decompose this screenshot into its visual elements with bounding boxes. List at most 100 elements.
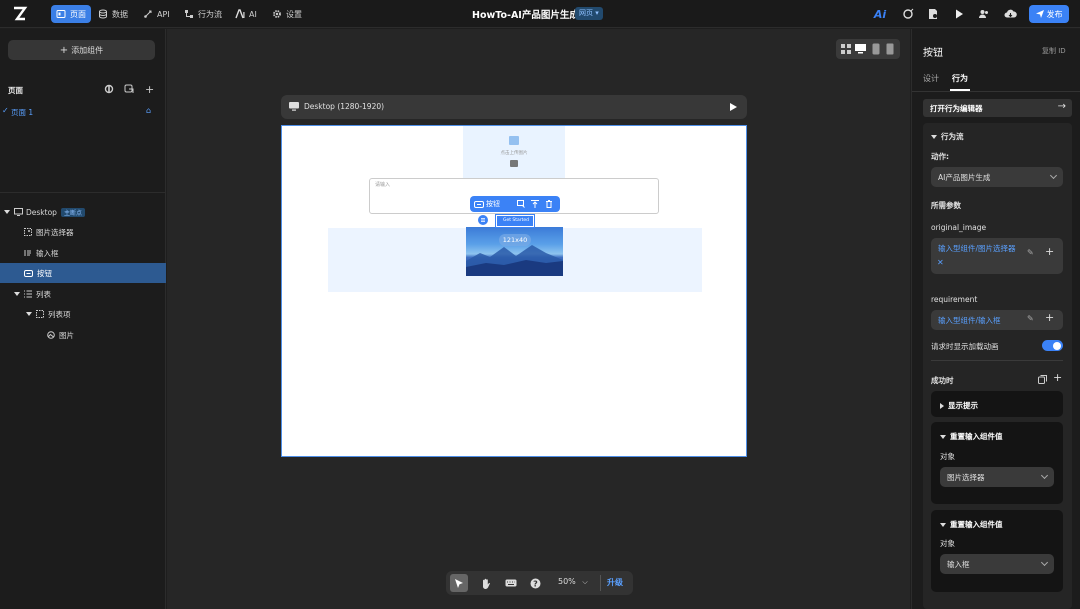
monitor-icon xyxy=(289,102,299,111)
page-settings-icon[interactable] xyxy=(104,84,114,94)
select-tool-button[interactable] xyxy=(450,574,468,592)
show-tip-card[interactable]: 显示提示 xyxy=(931,391,1063,417)
nav-flow[interactable]: 行为流 xyxy=(179,5,227,23)
caret-down-icon xyxy=(4,210,10,214)
page-type-dropdown[interactable]: 网页 ▾ xyxy=(575,7,603,20)
layers-handle-icon[interactable] xyxy=(478,215,488,225)
tablet-icon[interactable] xyxy=(872,43,880,55)
svg-text:?: ? xyxy=(533,579,538,588)
breakpoint-badge: 主断点 xyxy=(60,207,85,217)
left-panel: + 添加组件 页面 + ✓ 页面 1 ⌂ Desktop 主断点 图片选择器 输… xyxy=(0,29,166,609)
add-icon[interactable]: + xyxy=(1045,245,1054,258)
open-behavior-editor-button[interactable]: 打开行为编辑器 → xyxy=(923,99,1072,117)
action-value: AI产品图片生成 xyxy=(938,172,991,182)
canvas-area[interactable]: Desktop (1280-1920) 点击上传图片 请输入 121x40 Ge… xyxy=(167,29,910,609)
divider xyxy=(912,91,1080,92)
button-text: Get Started xyxy=(502,218,530,223)
add-component-button[interactable]: + 添加组件 xyxy=(8,40,155,60)
tree-image[interactable]: 图片 xyxy=(0,325,166,345)
magic-wand-icon[interactable]: ✎ xyxy=(1027,248,1034,257)
flow-title: 行为流 xyxy=(941,132,964,141)
app-logo[interactable] xyxy=(12,6,28,22)
upload-label: 点击上传图片 xyxy=(500,151,528,156)
tree-image-picker[interactable]: 图片选择器 xyxy=(0,222,166,242)
publish-button[interactable]: 发布 xyxy=(1029,5,1069,23)
selected-button-component[interactable]: Get Started xyxy=(495,214,535,228)
image-picker-component[interactable]: 点击上传图片 xyxy=(463,126,565,178)
add-action-icon[interactable]: + xyxy=(1053,371,1062,384)
nav-api[interactable]: API xyxy=(138,5,175,23)
open-editor-label: 打开行为编辑器 xyxy=(930,104,983,113)
param2-binding[interactable]: 输入型组件/输入框 ✎ + xyxy=(931,310,1063,330)
image-icon xyxy=(47,331,55,339)
nav-api-label: API xyxy=(157,9,170,19)
tree-input[interactable]: 输入框 xyxy=(0,243,166,263)
zoom-dropdown[interactable]: 50% ⌵ xyxy=(558,577,588,587)
cloud-download-icon[interactable] xyxy=(1003,7,1017,21)
duplicate-page-icon[interactable] xyxy=(124,84,134,94)
flow-toggle[interactable]: 行为流 xyxy=(931,131,964,142)
grid-view-icon[interactable] xyxy=(841,44,851,54)
reset-input-card-1[interactable]: 重置输入组件值 对象 图片选择器 xyxy=(931,422,1063,504)
magic-wand-icon[interactable]: ✎ xyxy=(1027,314,1034,323)
target-value-1: 图片选择器 xyxy=(947,472,985,482)
target-select-1[interactable]: 图片选择器 xyxy=(940,467,1054,487)
style-icon[interactable] xyxy=(517,200,525,208)
tree-button[interactable]: 按钮 xyxy=(0,263,166,283)
behavior-flow-section: 行为流 动作: AI产品图片生成 所需参数 original_image 输入型… xyxy=(923,123,1072,609)
hand-tool-button[interactable] xyxy=(476,574,494,592)
ai-assistant-icon[interactable]: Ai xyxy=(873,7,887,21)
loading-animation-toggle[interactable] xyxy=(1042,340,1063,351)
image-component[interactable]: 121x40 xyxy=(466,227,563,276)
tree-image-picker-label: 图片选择器 xyxy=(36,227,74,237)
param1-binding[interactable]: 输入型组件/图片选择器 ✕ ✎ + xyxy=(931,238,1063,274)
help-button[interactable]: ? xyxy=(526,574,544,592)
chevron-down-icon: ⌵ xyxy=(582,578,588,586)
preview-play-icon[interactable] xyxy=(952,7,966,21)
copy-id-button[interactable]: 复制 ID xyxy=(1042,46,1066,56)
mobile-icon[interactable] xyxy=(886,43,894,55)
page-item-1[interactable]: ✓ 页面 1 ⌂ xyxy=(0,106,166,120)
copy-action-icon[interactable] xyxy=(1038,375,1047,384)
caret-right-icon xyxy=(940,403,944,409)
desktop-icon[interactable] xyxy=(855,44,866,54)
tree-desktop[interactable]: Desktop 主断点 xyxy=(0,202,166,222)
image-picker-icon xyxy=(24,228,32,236)
arrow-right-icon: → xyxy=(1057,101,1066,112)
align-top-icon[interactable] xyxy=(531,200,539,208)
delete-icon[interactable] xyxy=(545,200,553,208)
divider xyxy=(931,360,1063,361)
target-select-2[interactable]: 输入框 xyxy=(940,554,1054,574)
action-select[interactable]: AI产品图片生成 xyxy=(931,167,1063,187)
tree-input-label: 输入框 xyxy=(36,248,59,258)
nav-ai[interactable]: AI xyxy=(230,5,262,23)
bug-check-icon[interactable] xyxy=(901,7,915,21)
add-page-icon[interactable]: + xyxy=(145,83,154,96)
top-bar: 页面 数据 API 行为流 AI 设置 HowTo-AI产品图片生成 网页 ▾ … xyxy=(0,0,1080,28)
clear-icon[interactable]: ✕ xyxy=(937,258,944,267)
tree-list-item[interactable]: 列表项 xyxy=(0,304,166,324)
caret-down-icon xyxy=(931,135,937,139)
play-icon[interactable] xyxy=(729,103,737,111)
right-panel: 按钮 复制 ID 设计 行为 打开行为编辑器 → 行为流 动作: AI产品图片生… xyxy=(911,29,1080,609)
nav-pages[interactable]: 页面 xyxy=(51,5,91,23)
param2-value: 输入型组件/输入框 xyxy=(938,316,1001,325)
nav-pages-label: 页面 xyxy=(70,9,86,19)
nav-settings[interactable]: 设置 xyxy=(267,5,307,23)
param1-value: 输入型组件/图片选择器 xyxy=(938,244,1016,253)
home-icon: ⌂ xyxy=(146,106,152,115)
reset-input-card-2[interactable]: 重置输入组件值 对象 输入框 xyxy=(931,510,1063,592)
tree-list[interactable]: 列表 xyxy=(0,284,166,304)
upload-plus-icon xyxy=(510,160,518,167)
add-icon[interactable]: + xyxy=(1045,311,1054,324)
users-icon[interactable] xyxy=(977,7,991,21)
database-icon xyxy=(99,9,107,19)
tab-design[interactable]: 设计 xyxy=(923,73,939,84)
upgrade-button[interactable]: 升级 xyxy=(607,577,623,588)
page-frame[interactable]: 点击上传图片 请输入 121x40 Get Started 按钮 xyxy=(281,125,747,457)
caret-down-icon xyxy=(940,523,946,527)
document-settings-icon[interactable] xyxy=(926,7,940,21)
tab-behavior[interactable]: 行为 xyxy=(952,73,968,84)
nav-data[interactable]: 数据 xyxy=(93,5,133,23)
keyboard-button[interactable] xyxy=(502,574,520,592)
